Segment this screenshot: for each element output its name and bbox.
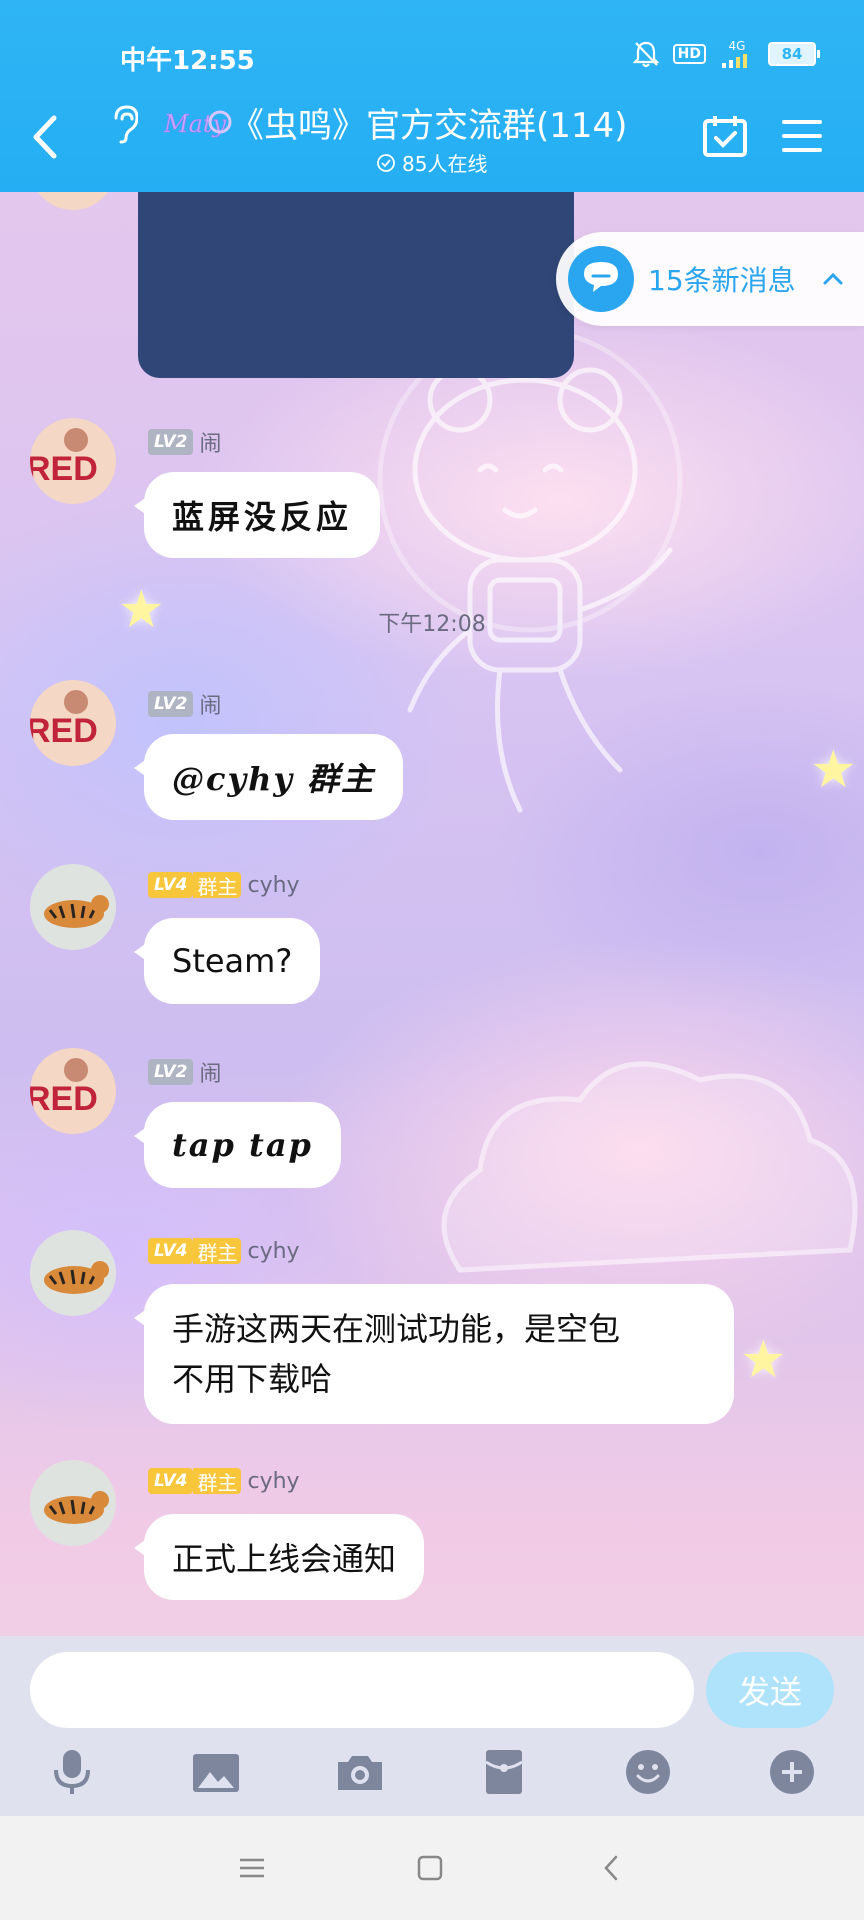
message-text: 手游这两天在测试功能，是空包 (172, 1310, 621, 1348)
back-chevron-icon[interactable] (596, 1852, 628, 1884)
send-button[interactable]: 发送 (706, 1652, 834, 1728)
level-badge: LV4 (148, 1238, 194, 1264)
star-decoration: ★ (810, 740, 857, 800)
level-badge: LV2 (148, 429, 194, 455)
svg-text:RED: RED (30, 1080, 98, 1118)
timestamp: 下午12:08 (378, 612, 486, 637)
owner-badge: 群主 (193, 872, 242, 899)
svg-text:Maty: Maty (163, 110, 227, 138)
status-time: 中午12:55 (120, 46, 255, 76)
avatar[interactable] (30, 1230, 116, 1316)
ear-icon[interactable] (108, 104, 138, 144)
level-badge: LV2 (148, 1059, 194, 1085)
level-badge: LV2 (148, 691, 194, 717)
sender-info: LV4 群主 cyhy (148, 872, 300, 899)
message-text: 不用下载哈 (172, 1360, 333, 1398)
microphone-icon[interactable] (46, 1746, 98, 1798)
hd-badge: HD (672, 44, 706, 64)
sender-info: LV2 闹 (148, 1056, 222, 1088)
system-nav-bar (0, 1816, 864, 1920)
input-area: 发送 (0, 1636, 864, 1816)
sender-name: cyhy (247, 872, 300, 898)
red-packet-icon[interactable] (478, 1746, 530, 1798)
message-bubble[interactable]: tap tap (134, 1102, 341, 1188)
status-icons: HD 4G 84 (632, 40, 820, 68)
signal-icon (722, 54, 747, 68)
plus-icon[interactable] (766, 1746, 818, 1798)
new-messages-button[interactable]: 15条新消息 (556, 232, 864, 326)
message-text: Steam? (172, 942, 293, 980)
online-count: 85人在线 (376, 148, 487, 177)
battery-icon: 84 (768, 42, 820, 66)
svg-text:RED: RED (30, 712, 98, 750)
message-bubble[interactable]: 手游这两天在测试功能，是空包 不用下载哈 (134, 1284, 734, 1424)
avatar[interactable] (30, 864, 116, 950)
sender-name: cyhy (247, 1468, 300, 1494)
sender-info: LV4 群主 cyhy (148, 1468, 300, 1495)
camera-icon[interactable] (334, 1746, 386, 1798)
network-label: 4G (728, 39, 746, 53)
sender-name: 闹 (199, 432, 222, 457)
message-text: @cyhy 群主 (172, 760, 376, 798)
avatar[interactable]: RED (30, 1048, 116, 1134)
new-messages-label: 15条新消息 (648, 264, 796, 297)
message-bubble[interactable]: 蓝屏没反应 (133, 472, 381, 558)
chevron-up-icon (823, 272, 843, 285)
recent-apps-icon[interactable] (236, 1852, 268, 1884)
cloud-illustration (441, 1061, 858, 1273)
sender-info: LV2 闹 (148, 688, 222, 720)
group-logo: Maty (163, 110, 232, 138)
message-bubble[interactable]: 正式上线会通知 (133, 1514, 425, 1600)
message-input[interactable] (30, 1652, 694, 1728)
level-badge: LV4 (148, 1468, 194, 1494)
svg-text:RED: RED (30, 450, 98, 488)
sender-info: LV2 闹 (148, 426, 222, 458)
sender-name: 闹 (199, 1062, 222, 1087)
message-text: 蓝屏没反应 (172, 498, 353, 536)
level-badge: LV4 (148, 872, 194, 898)
owner-badge: 群主 (193, 1468, 242, 1495)
back-icon[interactable] (26, 112, 66, 162)
image-icon[interactable] (190, 1746, 242, 1798)
battery-level: 84 (781, 45, 803, 63)
message-text: 正式上线会通知 (172, 1540, 397, 1578)
sender-info: LV4 群主 cyhy (148, 1238, 300, 1265)
chat-header: 中午12:55 HD 4G 84 Maty 《虫鸣》官方交流群(114) 85人… (0, 0, 864, 192)
home-square-icon[interactable] (414, 1852, 446, 1884)
calendar-check-icon[interactable] (702, 114, 748, 158)
message-bubble[interactable]: Steam? (133, 918, 321, 1004)
owner-badge: 群主 (193, 1238, 242, 1265)
network-indicator: 4G (720, 40, 754, 68)
sender-name: 闹 (199, 694, 222, 719)
message-text: tap tap (172, 1126, 313, 1164)
group-title: 《虫鸣》官方交流群(114) (230, 106, 628, 146)
avatar[interactable]: RED (30, 680, 116, 766)
star-decoration: ★ (740, 1330, 787, 1390)
menu-icon[interactable] (780, 116, 824, 156)
chat-bubble-icon (568, 246, 634, 312)
avatar[interactable]: RED (30, 418, 116, 504)
mute-bell-icon (632, 41, 659, 68)
emoji-icon[interactable] (622, 1746, 674, 1798)
online-count-text: 85人在线 (402, 152, 488, 176)
message-bubble[interactable]: @cyhy 群主 (133, 734, 404, 820)
avatar[interactable] (30, 1460, 116, 1546)
online-check-icon (377, 153, 395, 172)
sender-name: cyhy (247, 1238, 300, 1264)
